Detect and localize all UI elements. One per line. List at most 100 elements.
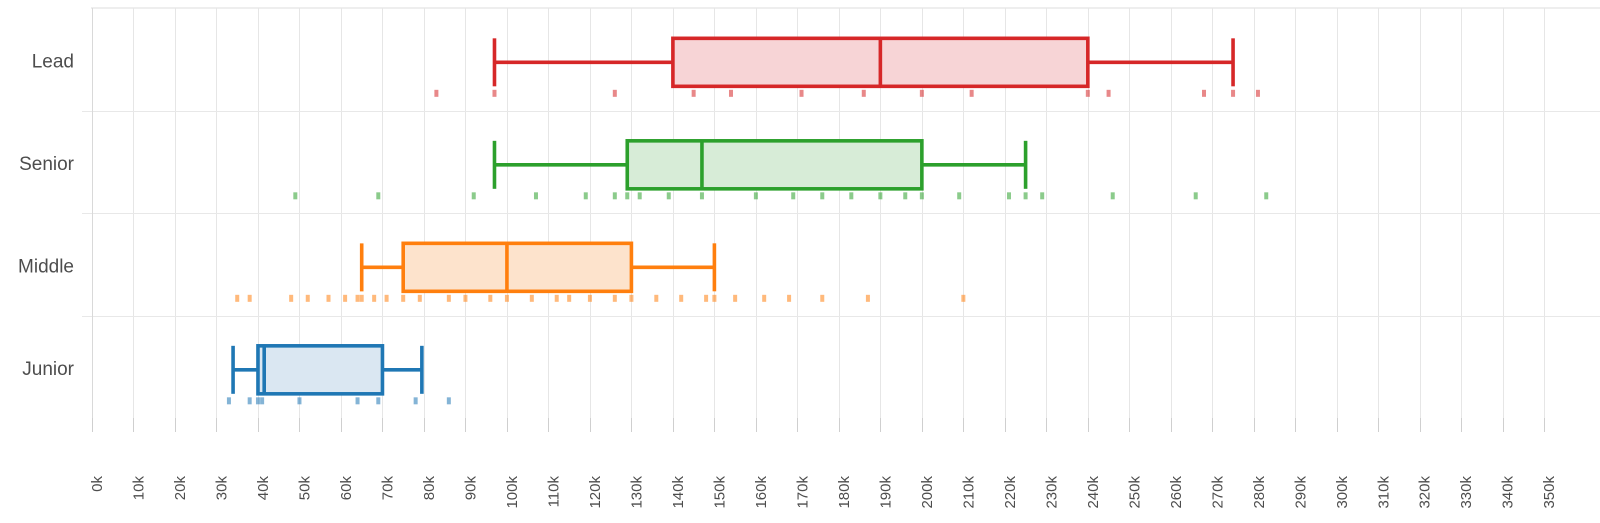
data-point: [704, 294, 709, 302]
box-iqr: [401, 241, 634, 294]
data-point: [969, 89, 974, 97]
xtick-label-310k: 310k: [1375, 476, 1392, 509]
xtick-label-50k: 50k: [296, 476, 313, 501]
data-point: [637, 192, 642, 200]
data-point: [289, 294, 294, 302]
boxplot-group-middle: [235, 241, 966, 302]
data-point: [492, 89, 497, 97]
data-point: [326, 294, 331, 302]
xtick-label-140k: 140k: [670, 476, 687, 509]
xtick-label-240k: 240k: [1085, 476, 1102, 509]
data-point: [1231, 89, 1236, 97]
boxplot-group-lead: [434, 36, 1260, 97]
data-point: [504, 294, 509, 302]
xtick-label-330k: 330k: [1458, 476, 1475, 509]
data-point: [625, 192, 630, 200]
data-point: [733, 294, 738, 302]
data-point: [849, 192, 854, 200]
data-point: [1040, 192, 1045, 200]
data-point: [961, 294, 966, 302]
xtick-label-130k: 130k: [628, 476, 645, 509]
data-point: [446, 294, 451, 302]
data-point: [235, 294, 240, 302]
xtick-label-280k: 280k: [1251, 476, 1268, 509]
xtick-label-260k: 260k: [1168, 476, 1185, 509]
data-point: [355, 294, 360, 302]
data-point: [260, 397, 265, 405]
data-point: [1106, 89, 1111, 97]
data-point: [629, 294, 634, 302]
data-point: [413, 397, 418, 405]
data-point: [247, 294, 252, 302]
boxplot-group-senior: [293, 139, 1269, 200]
xtick-label-0k: 0k: [89, 476, 106, 492]
data-point: [612, 294, 617, 302]
xtick-label-170k: 170k: [794, 476, 811, 509]
xtick-label-70k: 70k: [379, 476, 396, 501]
data-point: [712, 294, 717, 302]
xtick-label-350k: 350k: [1541, 476, 1558, 509]
xtick-label-100k: 100k: [504, 476, 521, 509]
data-point: [305, 294, 310, 302]
xtick-label-20k: 20k: [172, 476, 189, 501]
data-point: [554, 294, 559, 302]
data-point: [293, 192, 298, 200]
data-point: [1085, 89, 1090, 97]
data-point: [820, 294, 825, 302]
data-point: [372, 294, 377, 302]
ytick-label-junior: Junior: [22, 359, 74, 380]
xtick-label-300k: 300k: [1334, 476, 1351, 509]
data-point: [255, 397, 260, 405]
data-point: [791, 192, 796, 200]
xtick-label-190k: 190k: [877, 476, 894, 509]
data-point: [401, 294, 406, 302]
data-point: [728, 89, 733, 97]
xtick-label-120k: 120k: [587, 476, 604, 509]
xtick-label-220k: 220k: [1002, 476, 1019, 509]
data-point: [919, 192, 924, 200]
xtick-label-230k: 230k: [1043, 476, 1060, 509]
data-point: [865, 294, 870, 302]
boxplot-chart: 0k 10k 20k 30k 40k 50k 60k 70k 80k 90k 100k 110k 120…: [0, 0, 1600, 523]
data-point: [384, 294, 389, 302]
data-point: [1110, 192, 1115, 200]
data-point: [488, 294, 493, 302]
data-point: [446, 397, 451, 405]
ytick-label-lead: Lead: [32, 51, 74, 72]
box-iqr: [256, 344, 385, 396]
data-point: [787, 294, 792, 302]
data-point: [587, 294, 592, 302]
data-point: [691, 89, 696, 97]
data-point: [861, 89, 866, 97]
data-point: [753, 192, 758, 200]
xtick-label-80k: 80k: [421, 476, 438, 501]
xtick-label-210k: 210k: [960, 476, 977, 509]
data-point: [612, 89, 617, 97]
data-point: [1006, 192, 1011, 200]
data-point: [679, 294, 684, 302]
data-point: [1202, 89, 1207, 97]
data-point: [529, 294, 534, 302]
xtick-label-160k: 160k: [753, 476, 770, 509]
xtick-label-180k: 180k: [836, 476, 853, 509]
xtick-label-270k: 270k: [1209, 476, 1226, 509]
data-point: [957, 192, 962, 200]
xtick-label-90k: 90k: [462, 476, 479, 501]
data-point: [878, 192, 883, 200]
xtick-label-200k: 200k: [919, 476, 936, 509]
xtick-label-320k: 320k: [1417, 476, 1434, 509]
data-point: [417, 294, 422, 302]
data-point: [359, 294, 364, 302]
data-point: [434, 89, 439, 97]
data-point: [699, 192, 704, 200]
data-point: [799, 89, 804, 97]
xtick-label-60k: 60k: [338, 476, 355, 501]
xtick-label-110k: 110k: [545, 476, 562, 508]
data-point: [1193, 192, 1198, 200]
data-point: [471, 192, 476, 200]
boxplot-group-junior: [226, 344, 451, 405]
data-point: [1255, 89, 1260, 97]
data-point: [919, 89, 924, 97]
xtick-label-40k: 40k: [255, 476, 272, 501]
data-point: [820, 192, 825, 200]
